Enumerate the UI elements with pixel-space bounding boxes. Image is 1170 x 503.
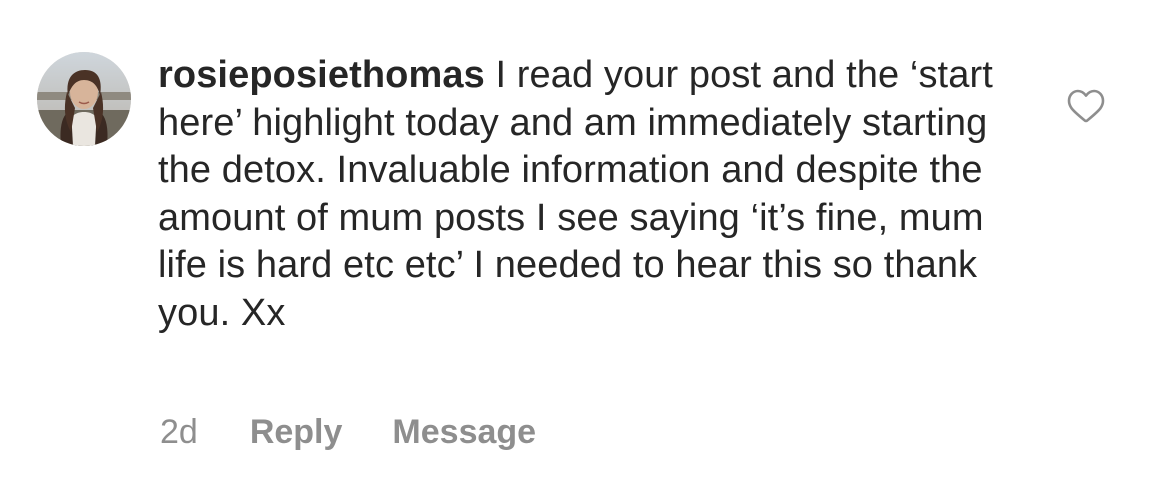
heart-outline-icon bbox=[1067, 89, 1105, 123]
avatar-photo bbox=[37, 52, 131, 146]
reply-button[interactable]: Reply bbox=[250, 410, 343, 454]
message-button[interactable]: Message bbox=[392, 410, 536, 454]
comment-text: rosieposiethomas I read your post and th… bbox=[158, 52, 1018, 337]
comment-username[interactable]: rosieposiethomas bbox=[158, 54, 485, 96]
comment-row: rosieposiethomas I read your post and th… bbox=[0, 0, 1170, 503]
avatar[interactable] bbox=[37, 52, 131, 146]
like-button[interactable] bbox=[1067, 88, 1105, 124]
comment-meta: 2d Reply Message bbox=[160, 410, 536, 454]
comment-timestamp: 2d bbox=[160, 413, 198, 451]
